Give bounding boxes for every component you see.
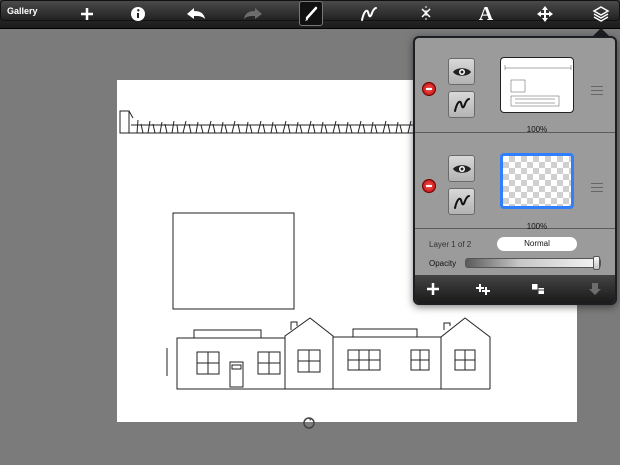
reorder-handle-icon[interactable]	[591, 86, 603, 95]
info-icon[interactable]	[127, 2, 149, 26]
layer-count-label: Layer 1 of 2	[429, 240, 472, 249]
top-toolbar: Gallery A	[0, 0, 620, 29]
add-icon[interactable]	[76, 2, 98, 26]
reorder-handle-icon[interactable]	[591, 183, 603, 192]
move-icon[interactable]	[534, 2, 556, 26]
delete-layer-icon[interactable]	[422, 82, 436, 96]
opacity-slider[interactable]	[465, 256, 601, 270]
blend-mode-button[interactable]: Normal	[497, 237, 577, 251]
rotate-handle-icon[interactable]	[302, 416, 316, 430]
pen-icon[interactable]	[358, 2, 380, 26]
layer-brush-icon[interactable]	[448, 188, 475, 215]
opacity-slider-thumb[interactable]	[593, 256, 600, 270]
layer-thumbnail-selected[interactable]	[500, 153, 574, 209]
layer-opacity-text: 100%	[526, 125, 548, 134]
delete-layer-icon[interactable]	[422, 179, 436, 193]
visibility-eye-icon[interactable]	[448, 155, 475, 182]
brush-icon[interactable]	[299, 1, 323, 26]
symmetry-icon[interactable]	[416, 2, 436, 26]
visibility-eye-icon[interactable]	[448, 58, 475, 85]
opacity-label: Opacity	[429, 259, 457, 268]
layer-row-selected[interactable]: 100%	[415, 134, 615, 231]
merge-layer-icon[interactable]	[526, 279, 550, 299]
add-layer-icon[interactable]	[421, 279, 445, 299]
text-tool-icon[interactable]: A	[475, 2, 497, 26]
layer-opacity-text: 100%	[526, 222, 548, 231]
duplicate-layer-icon[interactable]	[471, 279, 495, 299]
redo-icon[interactable]	[240, 2, 266, 26]
layers-panel: 100% 100% Layer 1 of 2 Normal Opacity	[413, 36, 617, 305]
layer-row[interactable]: 100%	[415, 38, 615, 134]
layer-brush-icon[interactable]	[448, 91, 475, 118]
layers-icon[interactable]	[590, 2, 612, 26]
layer-thumbnail[interactable]	[500, 57, 574, 113]
layers-footer-toolbar	[415, 275, 615, 303]
move-down-icon[interactable]	[583, 279, 607, 299]
undo-icon[interactable]	[183, 2, 209, 26]
